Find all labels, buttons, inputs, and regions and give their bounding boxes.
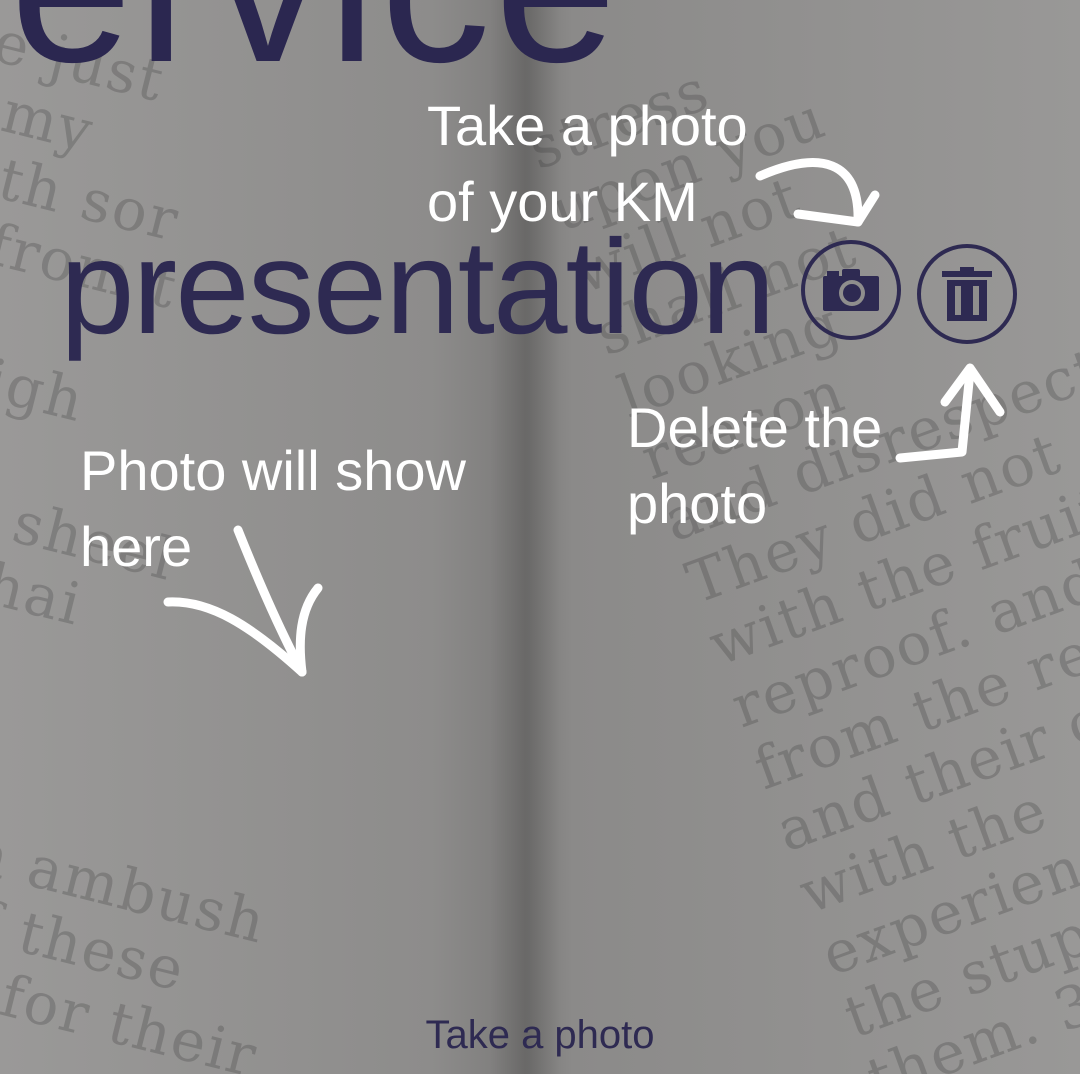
annotation-take-photo: Take a photo of your KM bbox=[427, 94, 748, 233]
trash-icon bbox=[942, 267, 992, 321]
delete-photo-button[interactable] bbox=[917, 244, 1017, 344]
take-photo-button[interactable] bbox=[801, 240, 901, 340]
annotation-delete-photo: Delete the photo bbox=[627, 396, 883, 535]
annotation-photo-area: Photo will show here bbox=[80, 439, 466, 578]
page-title-partial: ervice bbox=[10, 0, 621, 95]
take-photo-link[interactable]: Take a photo bbox=[0, 1005, 1080, 1065]
camera-icon bbox=[823, 269, 879, 311]
